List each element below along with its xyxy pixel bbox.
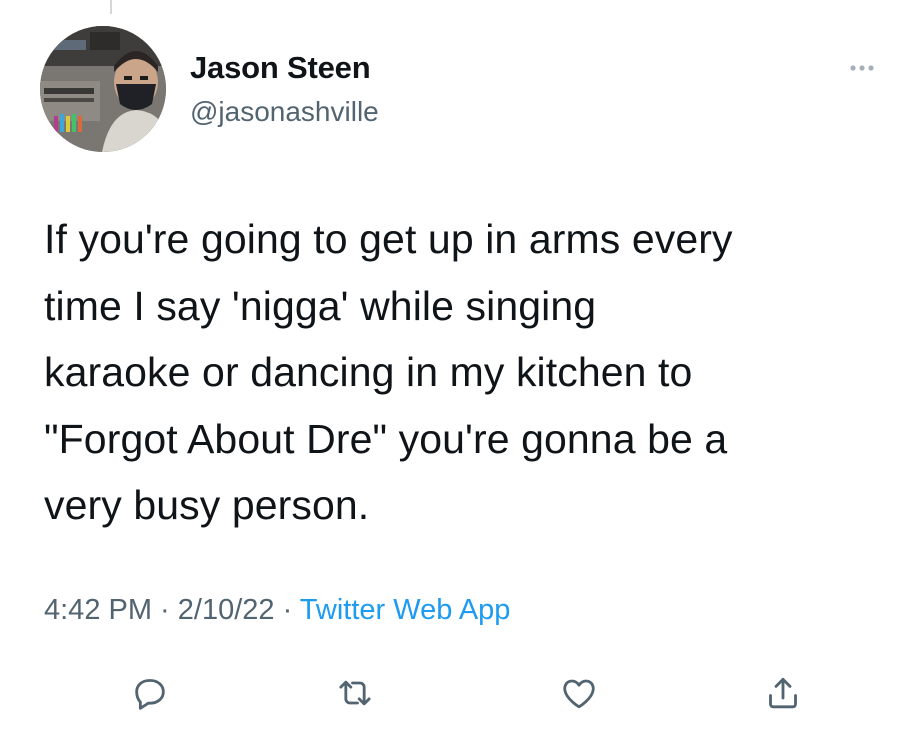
tweet-text-line: very busy person. bbox=[44, 482, 370, 528]
thread-line bbox=[110, 0, 112, 14]
tweet-text-line: karaoke or dancing in my kitchen to bbox=[44, 349, 693, 395]
tweet-meta: 4:42 PM · 2/10/22 · Twitter Web App bbox=[44, 594, 510, 627]
reply-button[interactable] bbox=[125, 668, 175, 718]
tweet-time[interactable]: 4:42 PM bbox=[44, 594, 152, 626]
avatar-photo-icon bbox=[40, 26, 166, 152]
like-icon bbox=[563, 679, 595, 709]
tweet-text: If you're going to get up in arms every … bbox=[44, 206, 894, 539]
tweet-text-line: time I say 'nigga' while singing bbox=[44, 282, 597, 329]
tweet-date[interactable]: 2/10/22 bbox=[178, 594, 275, 626]
reply-icon bbox=[135, 679, 165, 710]
avatar[interactable] bbox=[40, 26, 166, 152]
tweet-actions bbox=[0, 668, 918, 718]
tweet-source[interactable]: Twitter Web App bbox=[300, 594, 511, 626]
tweet-text-line: If you're going to get up in arms every bbox=[44, 216, 733, 262]
share-icon bbox=[769, 677, 797, 709]
tweet-text-line: "Forgot About Dre" you're gonna be a bbox=[44, 415, 728, 462]
retweet-button[interactable] bbox=[330, 668, 380, 718]
more-options-button[interactable] bbox=[846, 56, 886, 80]
more-dots-icon bbox=[850, 65, 874, 71]
display-name[interactable]: Jason Steen bbox=[190, 50, 371, 86]
meta-separator: · bbox=[274, 594, 300, 626]
share-button[interactable] bbox=[758, 668, 808, 718]
like-button[interactable] bbox=[554, 668, 604, 718]
meta-separator: · bbox=[152, 594, 178, 626]
tweet-card: Jason Steen @jasonashville If you're goi… bbox=[0, 0, 918, 733]
retweet-icon bbox=[339, 680, 371, 706]
user-handle[interactable]: @jasonashville bbox=[190, 96, 379, 128]
